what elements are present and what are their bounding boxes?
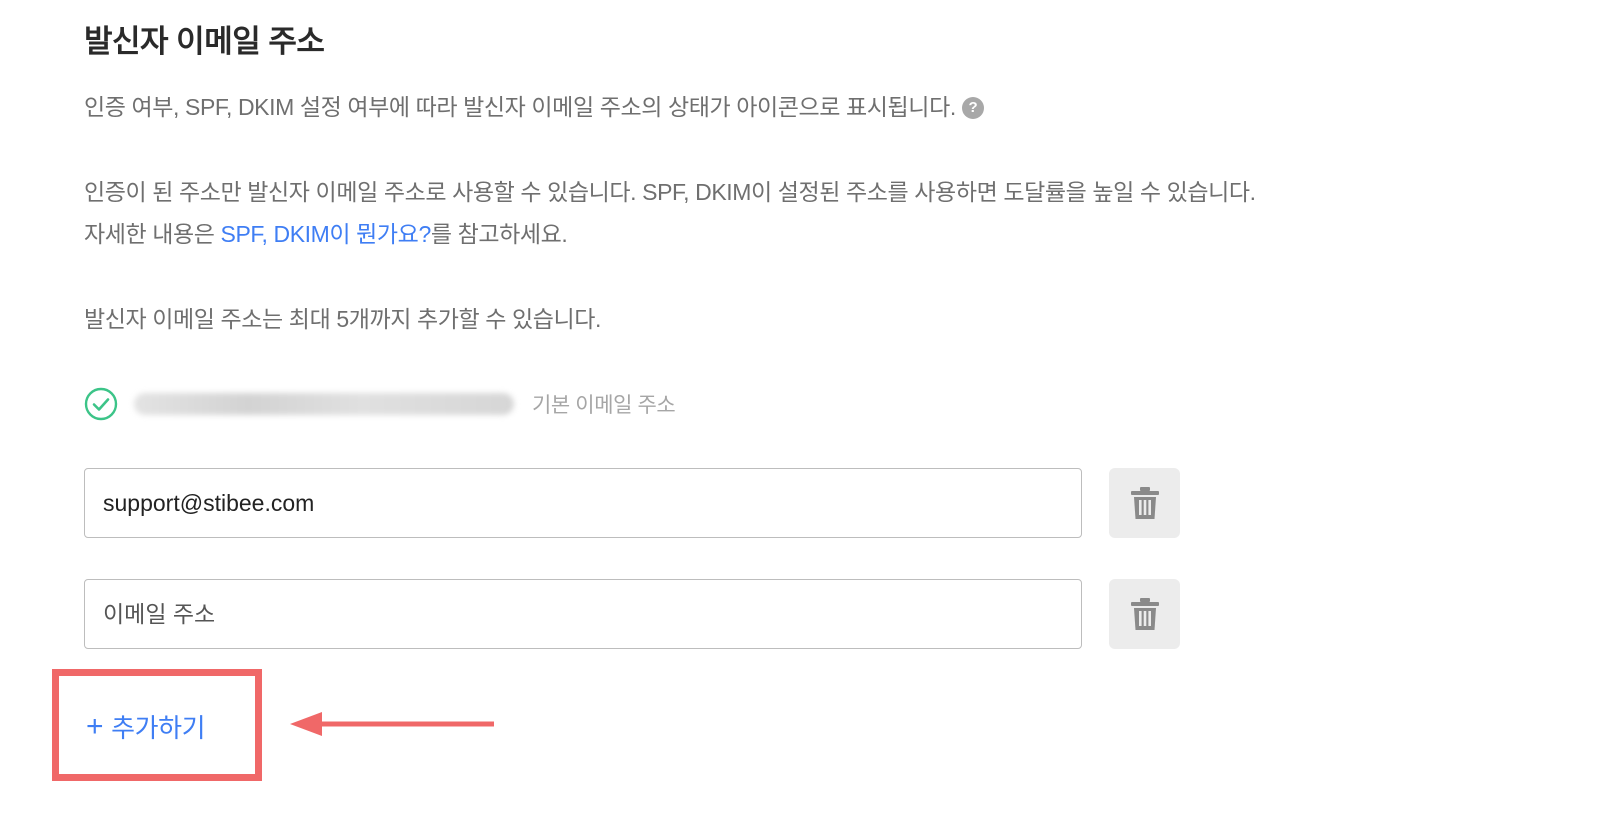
email-input-1[interactable] [84,468,1082,538]
trash-icon [1130,598,1159,630]
delete-email-button-1[interactable] [1109,468,1180,538]
description-text: 인증 여부, SPF, DKIM 설정 여부에 따라 발신자 이메일 주소의 상… [84,94,956,120]
verified-email-row: 기본 이메일 주소 [84,384,676,424]
delete-email-button-2[interactable] [1109,579,1180,649]
help-icon[interactable]: ? [961,97,984,119]
section-title: 발신자 이메일 주소 [84,24,325,59]
sender-email-settings: 발신자 이메일 주소 인증 여부, SPF, DKIM 설정 여부에 따라 발신… [0,0,1600,813]
check-circle-icon [84,387,118,421]
description-details: 자세한 내용은 SPF, DKIM이 뭔가요?를 참고하세요. [84,215,568,249]
add-email-label: 추가하기 [111,713,206,743]
details-prefix: 자세한 내용은 [84,221,221,247]
email-input-2[interactable] [84,579,1082,649]
description-limit: 발신자 이메일 주소는 최대 5개까지 추가할 수 있습니다. [84,306,602,332]
description-verification: 인증이 된 주소만 발신자 이메일 주소로 사용할 수 있습니다. SPF, D… [84,179,1256,205]
blurred-email-address [134,393,514,415]
annotation-arrow-icon [290,712,494,736]
trash-icon [1130,487,1159,519]
plus-icon: + [86,709,104,743]
add-email-button[interactable]: + 추가하기 [86,708,206,745]
description-status-icons: 인증 여부, SPF, DKIM 설정 여부에 따라 발신자 이메일 주소의 상… [84,88,984,122]
spf-dkim-help-link[interactable]: SPF, DKIM이 뭔가요? [221,221,432,247]
details-suffix: 를 참고하세요. [430,221,568,247]
default-email-label: 기본 이메일 주소 [532,394,676,417]
